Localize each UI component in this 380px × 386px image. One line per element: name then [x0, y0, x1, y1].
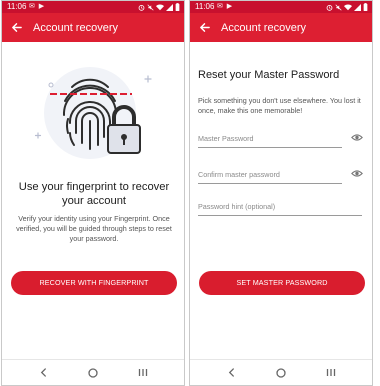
show-confirm-password-eye-icon[interactable] — [351, 169, 363, 178]
nav-recents-icon[interactable] — [321, 363, 341, 383]
fingerprint-description: Verify your identity using your Fingerpr… — [16, 214, 172, 243]
notification-icons: ✉ ▶ — [29, 3, 46, 10]
nav-home-icon[interactable] — [271, 363, 291, 383]
wifi-icon — [344, 4, 352, 10]
signal-icon — [166, 3, 173, 11]
reset-heading: Reset your Master Password — [198, 69, 340, 81]
reset-description: Pick something you don't use elsewhere. … — [198, 96, 361, 115]
status-bar: 11:06 ✉ ▶ — [2, 1, 184, 13]
show-password-eye-icon[interactable] — [351, 133, 363, 142]
password-hint-field[interactable]: Password hint (optional) — [198, 200, 362, 216]
system-status-icons — [326, 1, 368, 13]
alarm-icon — [138, 4, 145, 11]
battery-icon — [175, 3, 180, 11]
set-master-password-button[interactable]: SET MASTER PASSWORD — [199, 271, 365, 295]
wifi-icon — [156, 4, 164, 10]
mute-icon — [147, 3, 154, 11]
back-arrow-icon[interactable] — [190, 13, 218, 42]
notification-icons: ✉ ▶ — [217, 3, 234, 10]
status-bar: 11:06 ✉ ▶ — [190, 1, 372, 13]
nav-home-icon[interactable] — [83, 363, 103, 383]
recover-with-fingerprint-button[interactable]: RECOVER WITH FINGERPRINT — [11, 271, 177, 295]
system-nav-bar — [190, 359, 372, 385]
fingerprint-heading: Use your fingerprint to recover your acc… — [18, 181, 170, 207]
nav-back-icon[interactable] — [33, 363, 53, 383]
confirm-password-field[interactable]: Confirm master password — [198, 168, 342, 184]
mute-icon — [335, 3, 342, 11]
master-password-field[interactable]: Master Password — [198, 132, 342, 148]
fingerprint-recovery-screen: 11:06 ✉ ▶ Account recovery Use your fing… — [1, 0, 185, 386]
app-bar: Account recovery — [2, 13, 184, 42]
back-arrow-icon[interactable] — [2, 13, 30, 42]
screen-title: Account recovery — [221, 21, 306, 34]
system-status-icons — [138, 1, 180, 13]
system-nav-bar — [2, 359, 184, 385]
status-time: 11:06 — [7, 2, 27, 11]
battery-icon — [363, 3, 368, 11]
screen-title: Account recovery — [33, 21, 118, 34]
nav-back-icon[interactable] — [221, 363, 241, 383]
status-time: 11:06 — [195, 2, 215, 11]
alarm-icon — [326, 4, 333, 11]
fingerprint-lock-illustration — [34, 67, 152, 159]
signal-icon — [354, 3, 361, 11]
reset-password-screen: 11:06 ✉ ▶ Account recovery Reset your Ma… — [189, 0, 373, 386]
app-bar: Account recovery — [190, 13, 372, 42]
nav-recents-icon[interactable] — [133, 363, 153, 383]
